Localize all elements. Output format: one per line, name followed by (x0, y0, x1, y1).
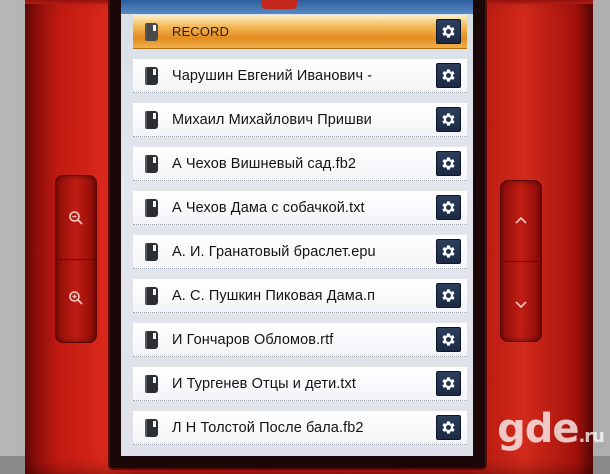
list-item-label: А. И. Гранатовый браслет.epu (172, 243, 376, 260)
pad-divider (504, 261, 538, 262)
gear-icon[interactable] (436, 371, 461, 396)
gear-icon[interactable] (436, 151, 461, 176)
folder-icon (145, 110, 158, 129)
list-item[interactable]: Л Н Толстой После бала.fb2 (133, 411, 467, 445)
list-item[interactable]: А. И. Гранатовый браслет.epu (133, 235, 467, 269)
book-icon (145, 418, 158, 437)
watermark-suffix: .ru (578, 426, 605, 447)
list-item-label: А. С. Пушкин Пиковая Дама.п (172, 287, 376, 304)
list-item-label: Михаил Михайлович Пришви (172, 111, 372, 128)
pad-divider (59, 259, 93, 260)
list-item[interactable]: Михаил Михайлович Пришви (133, 103, 467, 137)
chevron-down-icon[interactable] (501, 296, 541, 314)
gear-icon[interactable] (436, 327, 461, 352)
book-icon (145, 242, 158, 261)
folder-icon (145, 66, 158, 85)
list-item-label: А Чехов Вишневый сад.fb2 (172, 155, 357, 172)
list-item[interactable]: А Чехов Вишневый сад.fb2 (133, 147, 467, 181)
book-icon (145, 374, 158, 393)
gear-icon[interactable] (436, 283, 461, 308)
list-item[interactable]: Чарушин Евгений Иванович - (133, 59, 467, 93)
list-item-label: И Гончаров Обломов.rtf (172, 331, 334, 348)
list-item[interactable]: А Чехов Дама с собачкой.txt (133, 191, 467, 225)
gear-icon[interactable] (436, 415, 461, 440)
file-list: RECORD Чарушин Евгений Иванович - Михаил М… (133, 15, 467, 455)
zoom-in-icon[interactable] (56, 290, 96, 310)
list-item-label: А Чехов Дама с собачкой.txt (172, 199, 365, 216)
list-item[interactable]: И Тургенев Отцы и дети.txt (133, 367, 467, 401)
book-icon (145, 154, 158, 173)
list-item-label: Л Н Толстой После бала.fb2 (172, 419, 364, 436)
list-item-label: И Тургенев Отцы и дети.txt (172, 375, 357, 392)
list-item-label: RECORD (172, 24, 229, 39)
list-item[interactable]: И Гончаров Обломов.rtf (133, 323, 467, 357)
gear-icon[interactable] (436, 63, 461, 88)
chevron-up-icon[interactable] (501, 211, 541, 229)
zoom-out-icon[interactable] (56, 210, 96, 230)
watermark-text: gde (497, 406, 579, 452)
zoom-pad (55, 175, 97, 343)
watermark: gde.ru (497, 406, 605, 452)
gear-icon[interactable] (436, 195, 461, 220)
book-icon (145, 286, 158, 305)
gear-icon[interactable] (436, 19, 461, 44)
book-icon (145, 198, 158, 217)
page-pad (500, 180, 542, 342)
ereader-screen: RECORD Чарушин Евгений Иванович - Михаил М… (121, 0, 473, 456)
gear-icon[interactable] (436, 107, 461, 132)
status-indicator (261, 0, 297, 9)
book-icon (145, 330, 158, 349)
list-item[interactable]: RECORD (133, 15, 467, 49)
list-item[interactable]: А. С. Пушкин Пиковая Дама.п (133, 279, 467, 313)
gear-icon[interactable] (436, 239, 461, 264)
folder-icon (145, 22, 158, 41)
list-item-label: Чарушин Евгений Иванович - (172, 67, 373, 84)
status-bar (121, 0, 473, 14)
